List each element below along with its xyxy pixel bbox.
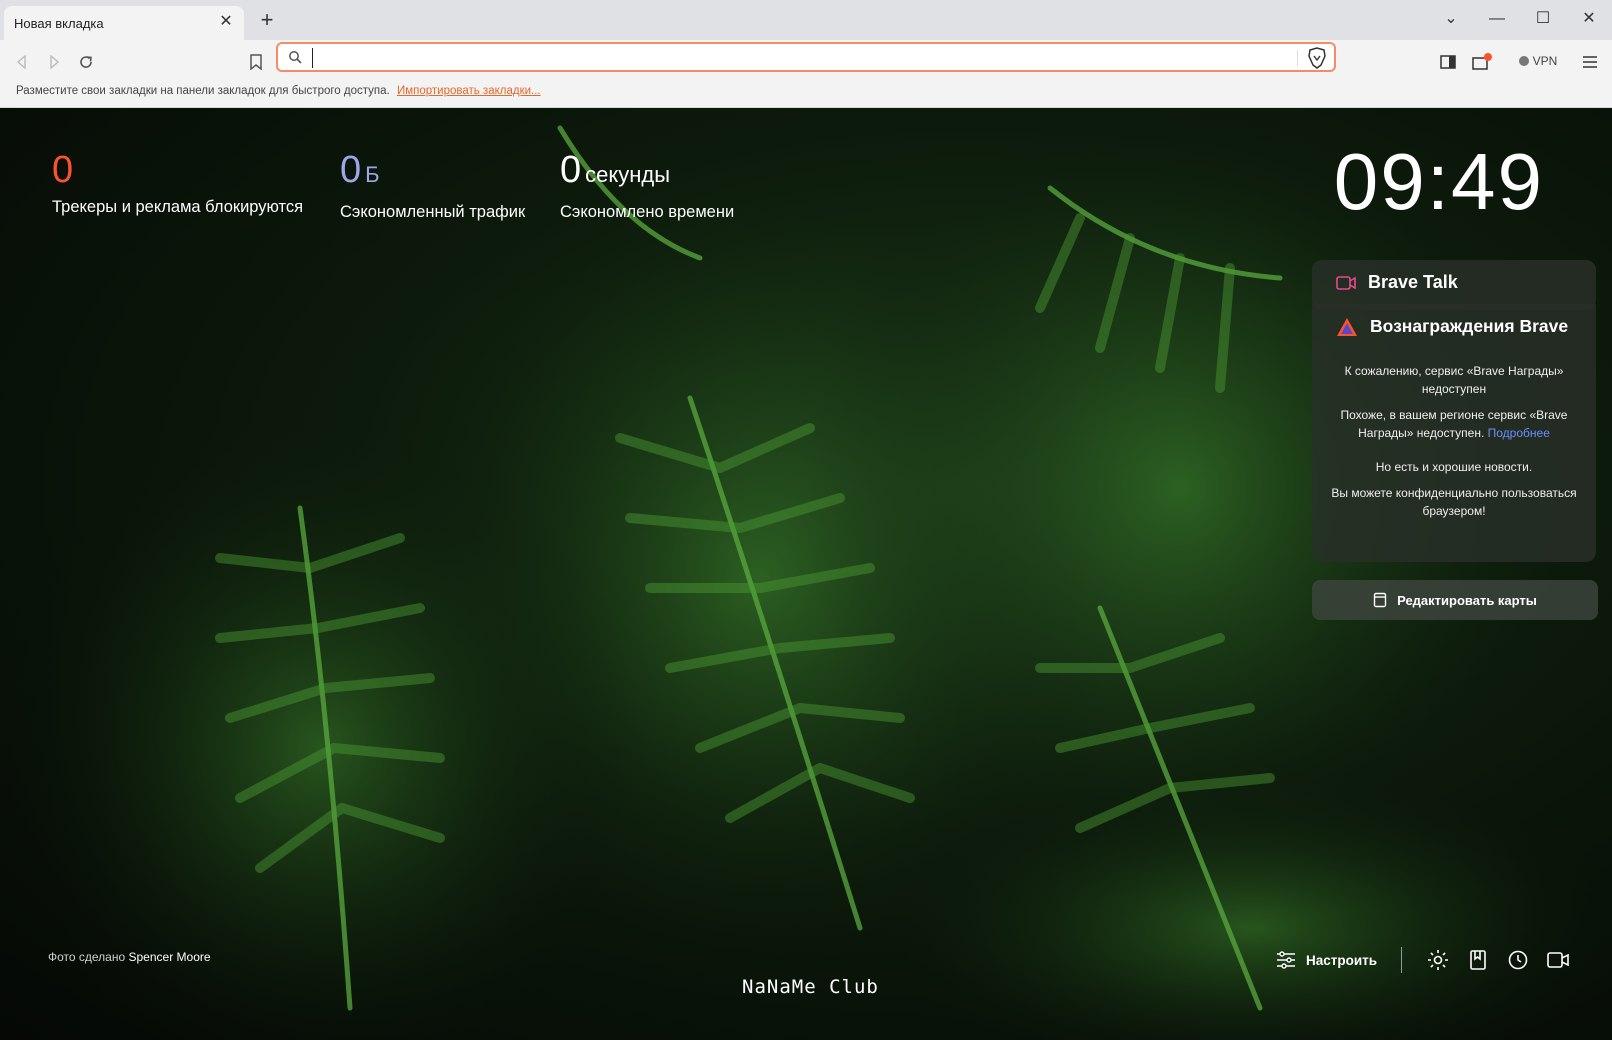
search-icon bbox=[289, 51, 302, 64]
bookmark-icon bbox=[250, 54, 262, 70]
brave-talk-title: Brave Talk bbox=[1336, 272, 1458, 293]
edit-cards-icon bbox=[1373, 592, 1387, 608]
bookmarks-icon[interactable] bbox=[1466, 948, 1490, 972]
clock: 09:49 bbox=[1333, 137, 1544, 226]
reload-icon bbox=[80, 56, 92, 68]
stat-time-saved: 0 секунды Сэкономлено времени bbox=[560, 148, 734, 222]
settings-gear-icon[interactable] bbox=[1426, 948, 1450, 972]
ntp-bottom-toolbar: Настроить bbox=[1276, 944, 1578, 976]
forward-icon bbox=[50, 55, 60, 69]
vpn-status-icon bbox=[1518, 56, 1529, 66]
rewards-unavailable-text: К сожалению, сервис «Brave Награды» недо… bbox=[1344, 364, 1564, 396]
edit-cards-button[interactable]: Редактировать карты bbox=[1312, 580, 1598, 620]
stat-trackers-blocked: 0 Трекеры и реклама блокируются bbox=[52, 148, 303, 217]
import-bookmarks-link[interactable]: Импортировать закладки... bbox=[397, 85, 541, 97]
hamburger-menu-icon bbox=[1583, 56, 1597, 68]
brave-rewards-triangle-icon bbox=[1337, 317, 1357, 336]
tab-new-tab[interactable]: Новая вкладка ✕ bbox=[4, 6, 244, 40]
time-saved-value: 0 секунды bbox=[560, 149, 671, 191]
sidebar-icon bbox=[1440, 55, 1456, 69]
address-input[interactable] bbox=[312, 48, 1252, 68]
bookmarks-bar: Разместите свои закладки на панели закла… bbox=[0, 80, 1612, 106]
learn-more-link[interactable]: Подробнее bbox=[1488, 426, 1550, 440]
photo-credit[interactable]: Фото сделано Spencer Moore bbox=[48, 950, 211, 964]
tab-title: Новая вкладка bbox=[14, 16, 104, 31]
notification-icon bbox=[1472, 53, 1492, 70]
stat-bandwidth-saved: 0Б Сэкономленный трафик bbox=[340, 148, 525, 222]
watermark-text: NaNaMe Club bbox=[742, 976, 879, 998]
vpn-label: VPN bbox=[1532, 54, 1558, 68]
rewards-region-text: Похоже, в вашем регионе сервис «Brave На… bbox=[1340, 408, 1568, 440]
trackers-count: 0 bbox=[52, 149, 74, 191]
video-camera-icon bbox=[1336, 275, 1356, 290]
tab-close-icon[interactable]: ✕ bbox=[216, 12, 236, 32]
close-window-button[interactable]: ✕ bbox=[1566, 6, 1612, 32]
back-icon bbox=[16, 55, 26, 69]
bandwidth-value: 0Б bbox=[340, 149, 380, 191]
back-button[interactable] bbox=[8, 48, 36, 76]
omnibox-divider bbox=[1297, 50, 1298, 66]
address-bar[interactable] bbox=[276, 42, 1336, 72]
rewards-message: К сожалению, сервис «Brave Награды» недо… bbox=[1326, 362, 1582, 528]
rewards-good-news: Но есть и хорошие новости. bbox=[1375, 460, 1533, 474]
brave-talk-card[interactable]: Brave Talk bbox=[1312, 260, 1596, 310]
new-tab-button[interactable]: + bbox=[256, 9, 278, 32]
bookmark-button[interactable] bbox=[242, 48, 270, 76]
brave-talk-icon[interactable] bbox=[1546, 948, 1570, 972]
browser-chrome: Новая вкладка ✕ + ⌄ — ☐ ✕ VPN Разместите… bbox=[0, 0, 1612, 108]
time-saved-label: Сэкономлено времени bbox=[560, 203, 735, 221]
menu-button[interactable] bbox=[1576, 48, 1604, 76]
vpn-button[interactable]: VPN bbox=[1514, 49, 1562, 73]
bandwidth-label: Сэкономленный трафик bbox=[340, 203, 526, 221]
brave-rewards-card: Вознаграждения Brave К сожалению, сервис… bbox=[1312, 304, 1596, 562]
customize-button[interactable]: Настроить bbox=[1276, 951, 1401, 969]
reload-button[interactable] bbox=[72, 48, 100, 76]
minimize-button[interactable]: — bbox=[1474, 6, 1520, 32]
forward-button[interactable] bbox=[40, 48, 68, 76]
tab-strip: Новая вкладка ✕ + ⌄ — ☐ ✕ bbox=[0, 0, 1612, 40]
maximize-button[interactable]: ☐ bbox=[1520, 6, 1566, 32]
trackers-label: Трекеры и реклама блокируются bbox=[52, 198, 304, 216]
toolbar: VPN bbox=[0, 40, 1612, 84]
brave-shields-icon[interactable] bbox=[1306, 47, 1328, 69]
rewards-privacy-text: Вы можете конфиденциально пользоваться б… bbox=[1331, 486, 1577, 518]
bookmarks-hint: Разместите свои закладки на панели закла… bbox=[16, 85, 390, 97]
fern-background-image bbox=[0, 108, 1612, 1040]
new-tab-page: 0 Трекеры и реклама блокируются 0Б Сэкон… bbox=[0, 108, 1612, 1040]
brave-news-button[interactable] bbox=[1468, 48, 1496, 76]
history-icon[interactable] bbox=[1506, 948, 1530, 972]
brave-rewards-title: Вознаграждения Brave bbox=[1336, 316, 1568, 337]
tab-search-chevron-icon[interactable]: ⌄ bbox=[1428, 6, 1474, 32]
sliders-icon bbox=[1277, 951, 1295, 969]
toolbar-divider bbox=[1401, 947, 1403, 973]
sidebar-toggle-button[interactable] bbox=[1434, 48, 1462, 76]
